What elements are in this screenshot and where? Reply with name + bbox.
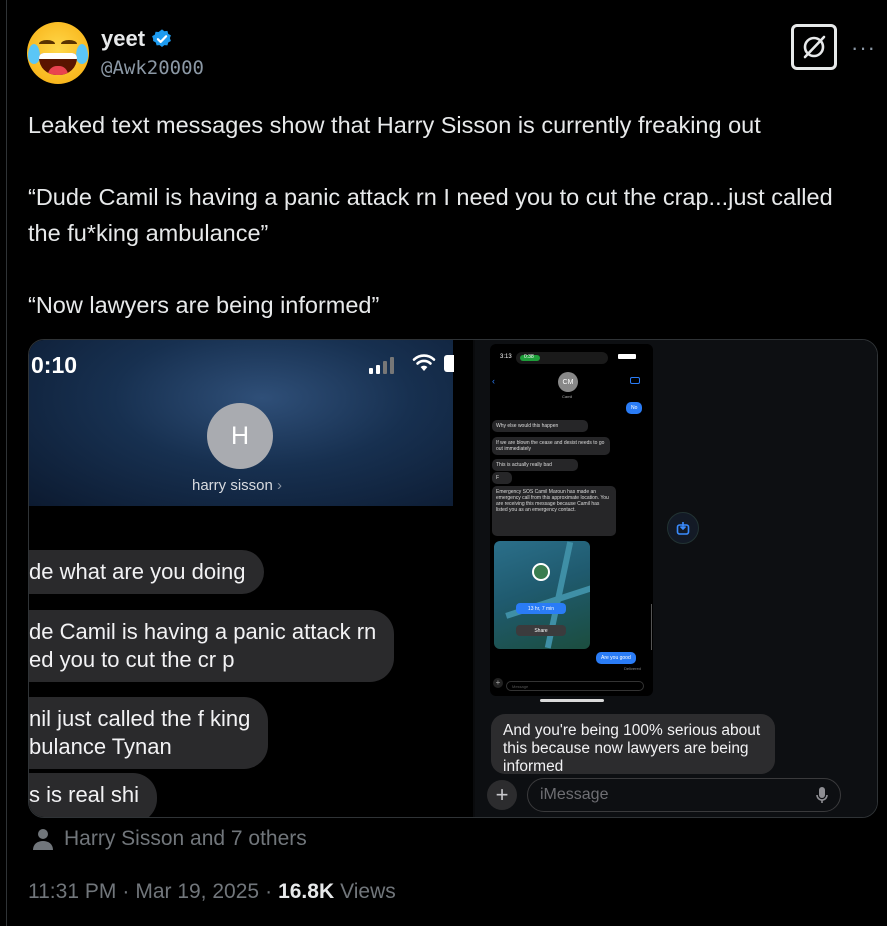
status-time: 0:10: [31, 352, 78, 378]
phone-screenshot: 3:13 0:38 ‹ CM Camil No Why else would t…: [490, 344, 653, 696]
tear-icon: [28, 44, 40, 64]
contact-avatar: H: [207, 403, 273, 469]
received-message: If we are blown the cease and desist nee…: [492, 437, 610, 455]
delivered-label: Delivered: [624, 666, 641, 671]
contact-avatar: CM: [558, 372, 578, 392]
separator: ·: [122, 880, 130, 903]
person-icon: [33, 829, 53, 850]
microphone-icon: [816, 787, 828, 803]
tweet-line: Leaked text messages show that Harry Sis…: [28, 112, 761, 138]
call-indicator: 0:38: [516, 352, 608, 364]
author-name-row[interactable]: yeet: [101, 26, 173, 52]
tagged-users[interactable]: Harry Sisson and 7 others: [32, 827, 307, 851]
media-image-right[interactable]: 3:13 0:38 ‹ CM Camil No Why else would t…: [475, 340, 877, 817]
tagged-users-text[interactable]: Harry Sisson and 7 others: [64, 827, 307, 851]
share-location-icon: [667, 512, 699, 544]
contact-header: 0:10 H harry sisson ›: [29, 340, 454, 506]
status-time: 3:13: [500, 354, 512, 360]
contact-name: Camil: [562, 394, 573, 399]
tweet-time[interactable]: 11:31 PM: [28, 880, 116, 904]
message-bubble: de what are you doing: [29, 550, 264, 594]
emergency-sos-message: Emergency SOS Camil Maroun has made an e…: [492, 486, 616, 536]
imessage-input: iMessage: [527, 778, 841, 812]
tear-icon: [76, 44, 88, 64]
verified-badge-icon: [152, 29, 171, 47]
location-pin-icon: [532, 563, 550, 581]
video-call-icon: [630, 377, 640, 384]
separator: ·: [265, 880, 273, 903]
plus-icon: +: [493, 678, 503, 688]
tweet-meta: 11:31 PM · Mar 19, 2025 · 16.8K Views: [28, 880, 396, 904]
avatar-eye-icon: [39, 40, 55, 48]
tweet-line: “Now lawyers are being informed”: [28, 292, 380, 318]
timeline-border: [6, 0, 7, 926]
message-bubble: s is real shi: [29, 773, 158, 817]
received-message: This is actually really bad: [492, 459, 578, 471]
mini-message-input: Message: [506, 681, 644, 691]
grok-icon: [803, 35, 826, 59]
share-chip: Share: [516, 625, 566, 636]
location-map: 13 hr, 7 min Share: [494, 541, 590, 649]
media-image-left[interactable]: 0:10 H harry sisson › de what are you do…: [29, 340, 473, 817]
message-bubble: de Camil is having a panic attack rn ed …: [29, 610, 395, 682]
cellular-signal-icon: [369, 356, 394, 374]
tweet-date[interactable]: Mar 19, 2025: [135, 880, 259, 904]
home-indicator: [540, 699, 604, 702]
chevron-right-icon: ›: [272, 477, 283, 494]
message-bubble: And you're being 100% serious about this…: [491, 714, 775, 774]
message-bubble: nil just called the f king bulance Tynan: [29, 697, 269, 769]
back-icon: ‹: [492, 376, 495, 386]
tweet-line: “Dude Camil is having a panic attack rn …: [28, 184, 833, 246]
contact-name: harry sisson ›: [192, 477, 283, 494]
author-handle[interactable]: @Awk20000: [101, 57, 204, 79]
sent-message: Are you good: [596, 652, 636, 664]
scroll-indicator: [651, 604, 652, 650]
tweet-media[interactable]: 0:10 H harry sisson › de what are you do…: [28, 339, 878, 818]
views-label: Views: [340, 880, 396, 903]
imessage-placeholder: iMessage: [540, 786, 609, 803]
sent-message: No: [626, 402, 643, 414]
tweet-body: Leaked text messages show that Harry Sis…: [28, 107, 858, 323]
grok-button[interactable]: [791, 24, 837, 70]
avatar-mouth-icon: [39, 53, 77, 75]
wifi-icon: [412, 354, 436, 371]
battery-icon: [618, 354, 636, 359]
battery-icon: [444, 355, 454, 372]
plus-button: +: [487, 780, 517, 810]
received-message: Why else would this happen: [492, 420, 588, 432]
author-avatar[interactable]: [27, 22, 89, 84]
more-options-button[interactable]: ···: [851, 35, 876, 61]
views-count[interactable]: 16.8K: [278, 880, 334, 904]
avatar-eye-icon: [61, 40, 77, 48]
author-name[interactable]: yeet: [101, 26, 145, 52]
received-message: F: [492, 472, 512, 484]
drive-time-chip: 13 hr, 7 min: [516, 603, 566, 614]
